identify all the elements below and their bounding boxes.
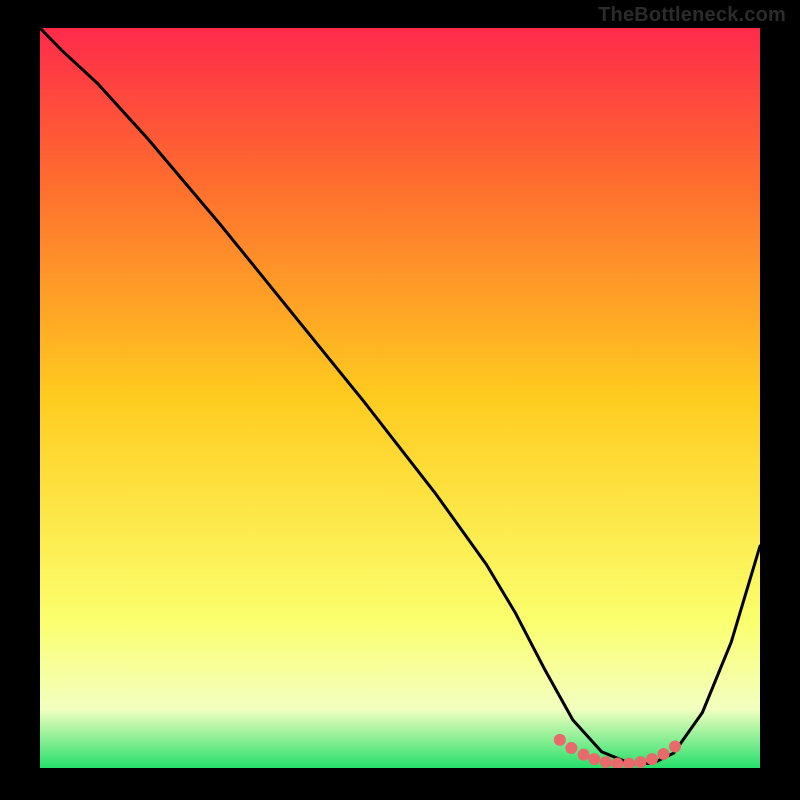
highlight-marker: [588, 753, 600, 765]
highlight-marker: [646, 753, 658, 765]
highlight-marker: [578, 749, 590, 761]
highlight-marker: [634, 756, 646, 768]
chart-plot-area: [40, 28, 760, 768]
highlight-marker: [565, 742, 577, 754]
highlight-marker: [554, 734, 566, 746]
chart-svg: [40, 28, 760, 768]
chart-container: TheBottleneck.com: [0, 0, 800, 800]
attribution-label: TheBottleneck.com: [598, 4, 786, 27]
highlight-marker: [658, 748, 670, 760]
highlight-marker: [600, 756, 612, 768]
highlight-marker: [669, 741, 681, 753]
